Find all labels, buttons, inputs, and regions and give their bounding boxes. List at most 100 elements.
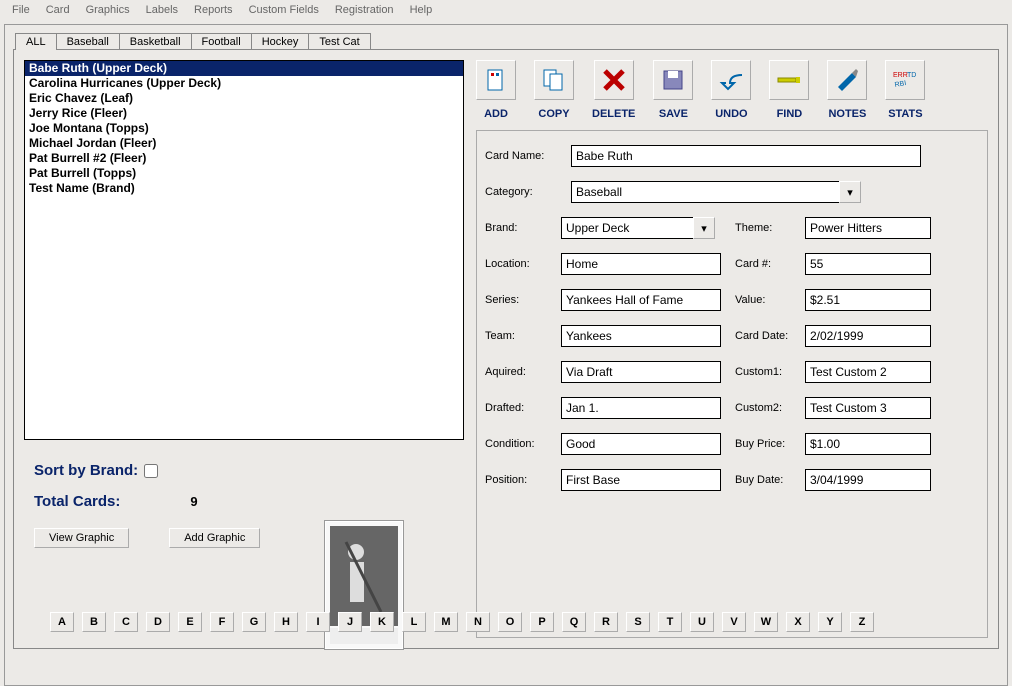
tab-test-cat[interactable]: Test Cat [308,33,370,50]
position-input[interactable] [561,469,721,491]
alpha-x[interactable]: X [786,612,810,632]
buy-price-label: Buy Price: [735,438,805,450]
menubar: FileCardGraphicsLabelsReportsCustom Fiel… [0,0,1012,20]
menu-card[interactable]: Card [38,2,78,18]
delete-icon[interactable] [594,60,634,100]
list-item[interactable]: Eric Chavez (Leaf) [25,91,463,106]
alpha-p[interactable]: P [530,612,554,632]
dropdown-arrow-icon[interactable]: ▾ [693,217,715,239]
location-input[interactable] [561,253,721,275]
condition-input[interactable] [561,433,721,455]
alpha-q[interactable]: Q [562,612,586,632]
tab-all[interactable]: ALL [15,33,57,50]
alpha-t[interactable]: T [658,612,682,632]
location-label: Location: [485,258,561,270]
add-graphic-button[interactable]: Add Graphic [169,528,260,548]
alpha-k[interactable]: K [370,612,394,632]
alpha-b[interactable]: B [82,612,106,632]
alpha-m[interactable]: M [434,612,458,632]
alpha-n[interactable]: N [466,612,490,632]
alpha-i[interactable]: I [306,612,330,632]
view-graphic-button[interactable]: View Graphic [34,528,129,548]
menu-registration[interactable]: Registration [327,2,402,18]
menu-help[interactable]: Help [402,2,441,18]
alpha-f[interactable]: F [210,612,234,632]
dropdown-arrow-icon[interactable]: ▾ [839,181,861,203]
action-toolbar: ADD COPY DELETE SAVE UNDO FIND NOTES ERRTDRBIST… [476,60,988,130]
sort-by-brand-checkbox[interactable] [144,464,158,478]
tab-basketball[interactable]: Basketball [119,33,192,50]
alpha-l[interactable]: L [402,612,426,632]
card-name-input[interactable] [571,145,921,167]
alpha-s[interactable]: S [626,612,650,632]
menu-reports[interactable]: Reports [186,2,241,18]
menu-graphics[interactable]: Graphics [78,2,138,18]
add-button[interactable]: ADD [476,60,516,120]
undo-button[interactable]: UNDO [711,60,751,120]
undo-icon[interactable] [711,60,751,100]
alpha-e[interactable]: E [178,612,202,632]
tab-baseball[interactable]: Baseball [56,33,120,50]
list-item[interactable]: Jerry Rice (Fleer) [25,106,463,121]
alpha-z[interactable]: Z [850,612,874,632]
delete-button[interactable]: DELETE [592,60,635,120]
drafted-input[interactable] [561,397,721,419]
card-list[interactable]: Babe Ruth (Upper Deck)Carolina Hurricane… [24,60,464,440]
alpha-r[interactable]: R [594,612,618,632]
total-cards-label: Total Cards: [24,493,120,510]
theme-input[interactable] [805,217,931,239]
copy-icon[interactable] [534,60,574,100]
series-input[interactable] [561,289,721,311]
list-item[interactable]: Pat Burrell (Topps) [25,166,463,181]
tab-football[interactable]: Football [191,33,252,50]
menu-custom-fields[interactable]: Custom Fields [241,2,327,18]
save-button[interactable]: SAVE [653,60,693,120]
custom2-input[interactable] [805,397,931,419]
aquired-input[interactable] [561,361,721,383]
notes-button[interactable]: NOTES [827,60,867,120]
menu-labels[interactable]: Labels [138,2,186,18]
find-icon[interactable] [769,60,809,100]
stats-button[interactable]: ERRTDRBISTATS [885,60,925,120]
menu-file[interactable]: File [4,2,38,18]
alpha-w[interactable]: W [754,612,778,632]
list-item[interactable]: Test Name (Brand) [25,181,463,196]
notes-icon[interactable] [827,60,867,100]
alpha-d[interactable]: D [146,612,170,632]
alpha-h[interactable]: H [274,612,298,632]
stats-icon[interactable]: ERRTDRBI [885,60,925,100]
tab-hockey[interactable]: Hockey [251,33,310,50]
list-item[interactable]: Carolina Hurricanes (Upper Deck) [25,76,463,91]
alpha-a[interactable]: A [50,612,74,632]
alpha-o[interactable]: O [498,612,522,632]
value-input[interactable] [805,289,931,311]
list-item[interactable]: Michael Jordan (Fleer) [25,136,463,151]
list-item[interactable]: Joe Montana (Topps) [25,121,463,136]
alpha-c[interactable]: C [114,612,138,632]
alpha-g[interactable]: G [242,612,266,632]
copy-button[interactable]: COPY [534,60,574,120]
svg-text:RBI: RBI [895,80,908,89]
card-no-input[interactable] [805,253,931,275]
alpha-v[interactable]: V [722,612,746,632]
find-button[interactable]: FIND [769,60,809,120]
position-label: Position: [485,474,561,486]
team-input[interactable] [561,325,721,347]
list-item[interactable]: Babe Ruth (Upper Deck) [25,61,463,76]
alpha-j[interactable]: J [338,612,362,632]
brand-select[interactable] [561,217,693,239]
card-name-label: Card Name: [485,150,571,162]
list-item[interactable]: Pat Burrell #2 (Fleer) [25,151,463,166]
add-icon[interactable] [476,60,516,100]
alpha-u[interactable]: U [690,612,714,632]
save-icon[interactable] [653,60,693,100]
buy-price-input[interactable] [805,433,931,455]
category-select[interactable] [571,181,839,203]
total-cards-value: 9 [190,494,197,509]
buy-date-input[interactable] [805,469,931,491]
card-date-input[interactable] [805,325,931,347]
custom1-input[interactable] [805,361,931,383]
custom1-label: Custom1: [735,366,805,378]
alpha-y[interactable]: Y [818,612,842,632]
copy-label: COPY [538,108,569,120]
